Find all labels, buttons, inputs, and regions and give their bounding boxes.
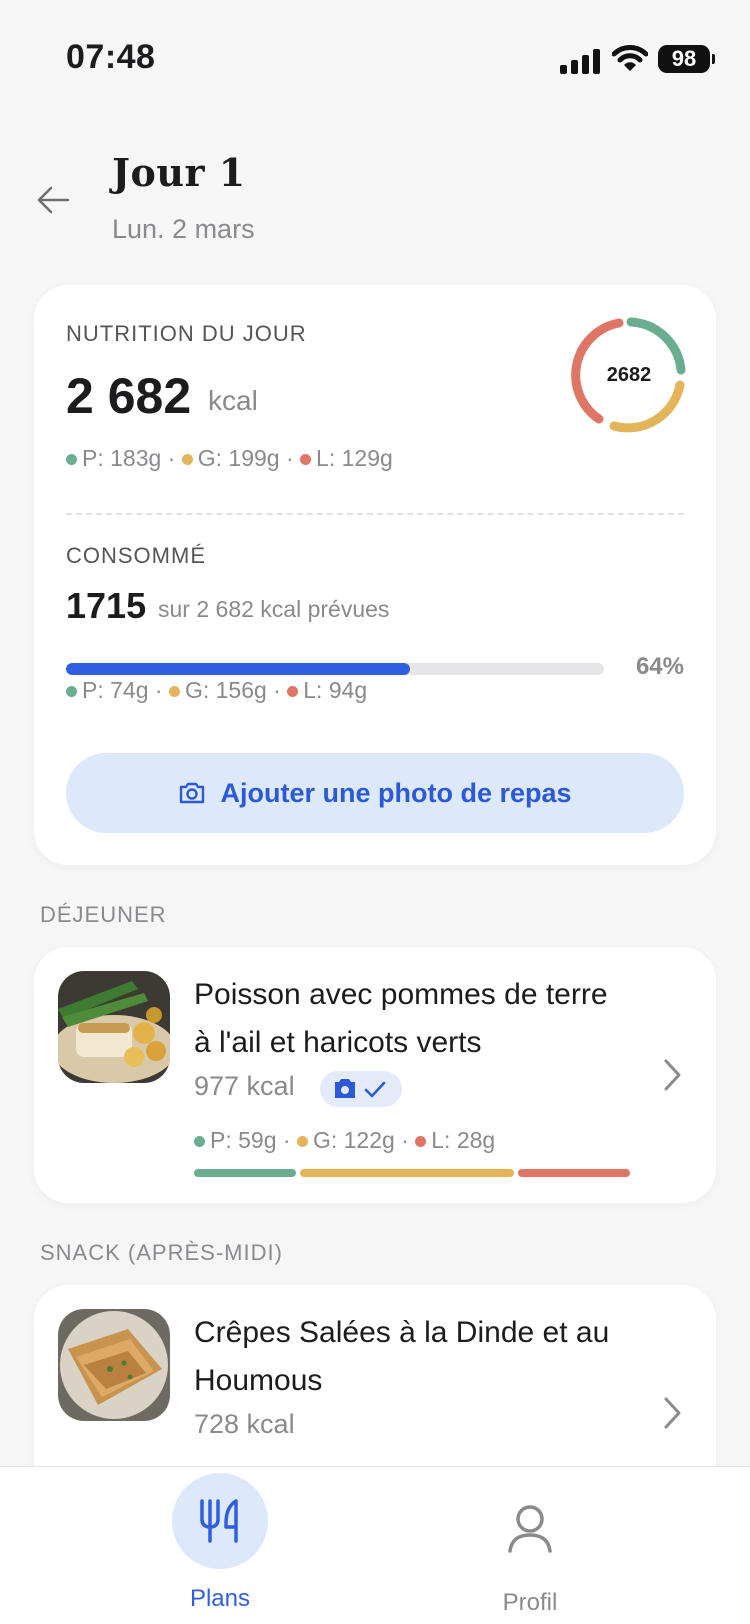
section-label-lunch: DÉJEUNER [40, 902, 167, 927]
consumed-kcal: 1715 [66, 585, 147, 626]
chevron-right-icon [664, 1397, 681, 1429]
protein-dot [66, 686, 77, 697]
status-time: 07:48 [66, 38, 156, 76]
consumed-macros: P: 74g · G: 156g · L: 94g [66, 677, 367, 704]
meal-image [58, 1309, 170, 1421]
person-icon [482, 1473, 578, 1569]
fat-value: L: 129g [316, 445, 393, 471]
status-bar: 07:48 98 [0, 0, 750, 110]
tab-plans-label: Plans [189, 1585, 251, 1612]
meal-kcal: 977 kcal [194, 1071, 295, 1101]
consumed-heading: CONSOMMÉ [66, 543, 206, 568]
page-date: Lun. 2 mars [112, 214, 255, 244]
fat-bar [518, 1169, 630, 1177]
protein-value: P: 59g [210, 1127, 277, 1153]
fat-value: L: 28g [431, 1127, 496, 1153]
protein-value: P: 183g [82, 445, 162, 471]
photo-logged-badge [320, 1071, 402, 1107]
protein-dot [66, 454, 77, 465]
fat-value: L: 94g [303, 677, 368, 703]
progress-percent: 64% [635, 653, 684, 680]
cellular-signal-icon [560, 48, 602, 74]
check-icon [364, 1081, 386, 1098]
kcal-unit: kcal [208, 385, 258, 416]
nutrition-heading: NUTRITION DU JOUR [66, 321, 307, 346]
camera-icon [180, 782, 205, 804]
daily-kcal-value: 2 682 [66, 368, 192, 424]
consumed-subtitle: sur 2 682 kcal prévues [158, 596, 390, 622]
protein-dot [194, 1136, 205, 1147]
carbs-value: G: 199g [197, 445, 280, 471]
fat-dot [287, 686, 299, 697]
carbs-dot [168, 686, 180, 697]
ring-kcal-label: 2682 [606, 364, 652, 386]
tab-profil-label: Profil [502, 1589, 558, 1616]
protein-bar [194, 1169, 296, 1177]
meal-kcal: 728 kcal [194, 1409, 295, 1439]
tab-profil[interactable]: Profil [430, 1467, 630, 1624]
macro-distribution-bar [194, 1169, 630, 1177]
meal-image [58, 971, 170, 1083]
daily-macros: P: 183g · G: 199g · L: 129g [66, 445, 393, 472]
meal-name: Crêpes Salées à la Dinde et au Houmous [194, 1316, 610, 1397]
section-label-snack: SNACK (APRÈS-MIDI) [40, 1240, 283, 1265]
progress-fill [66, 663, 411, 675]
carbs-dot [296, 1136, 308, 1147]
camera-icon [335, 1079, 355, 1098]
protein-value: P: 74g [82, 677, 149, 703]
carbs-value: G: 122g [312, 1127, 395, 1153]
chevron-right-icon [664, 1059, 681, 1091]
page-title: Jour 1 [112, 150, 246, 195]
tab-plans[interactable]: Plans [120, 1467, 320, 1624]
battery-icon: 98 [658, 45, 715, 73]
bottom-tab-bar: Plans Profil [0, 1466, 750, 1624]
wifi-icon [612, 45, 648, 71]
nutrition-card: NUTRITION DU JOUR 2 682 kcal 2682 P: 183… [34, 285, 716, 865]
fat-dot [300, 454, 312, 465]
fat-dot [415, 1136, 427, 1147]
consumed-progress-bar [66, 663, 604, 675]
carbs-dot [181, 454, 193, 465]
meal-macros: P: 59g · G: 122g · L: 28g [194, 1127, 495, 1154]
carbs-value: G: 156g [184, 677, 267, 703]
meal-card-lunch[interactable]: Poisson avec pommes de terre à l'ail et … [34, 947, 716, 1203]
fork-knife-icon [172, 1473, 268, 1569]
meal-name: Poisson avec pommes de terre à l'ail et … [194, 978, 608, 1059]
back-arrow-icon[interactable] [34, 180, 74, 220]
dashed-divider [66, 513, 684, 515]
add-meal-photo-button[interactable]: Ajouter une photo de repas [66, 753, 684, 833]
carbs-bar [300, 1169, 514, 1177]
add-meal-photo-label: Ajouter une photo de repas [220, 777, 572, 808]
